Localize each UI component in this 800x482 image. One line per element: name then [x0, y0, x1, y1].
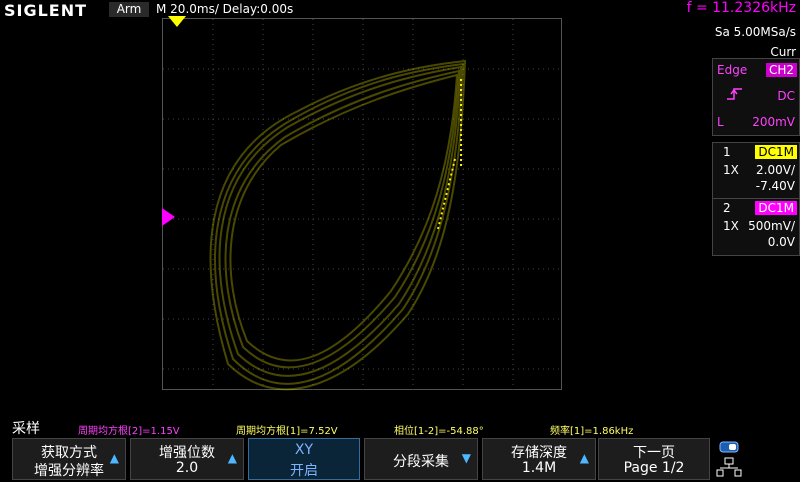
timebase-readout[interactable]: M 20.0ms/ Delay:0.00s	[156, 2, 293, 16]
channel-offset: -7.40V	[755, 179, 795, 193]
channel-number: 2	[723, 201, 731, 215]
menu-label: XY	[294, 442, 314, 458]
channel-probe: 1X	[723, 219, 739, 233]
menu-label: 增强位数	[159, 445, 215, 461]
sample-rate: Sa 5.00MSa/s	[714, 25, 796, 39]
menu-value: 2.0	[175, 460, 199, 476]
menu-next-page[interactable]: 下一页 Page 1/2	[598, 438, 710, 480]
channel-number: 1	[723, 145, 731, 159]
up-arrow-icon: ▲	[109, 451, 119, 465]
measurement-item: 周期均方根[2]=1.15V	[78, 426, 180, 437]
menu-label: 存储深度	[511, 445, 567, 461]
frequency-counter: f = 11.2326kHz	[686, 0, 796, 16]
menu-xy-mode[interactable]: XY 开启	[248, 438, 360, 480]
network-icon	[716, 457, 742, 477]
up-arrow-icon: ▲	[579, 451, 589, 465]
trigger-status-badge: Arm	[109, 2, 149, 17]
xy-trace	[209, 59, 467, 391]
system-icons	[714, 440, 744, 478]
ch2-ground-marker[interactable]	[162, 208, 176, 226]
menu-label: 分段采集	[393, 454, 449, 470]
menu-value: 开启	[290, 463, 318, 479]
channel-probe: 1X	[723, 163, 739, 177]
menu-value: 增强分辨率	[34, 463, 104, 479]
trigger-level-label: L	[717, 115, 724, 129]
menu-enhance-bits[interactable]: 增强位数 2.0 ▲	[130, 438, 244, 480]
channel-coupling: DC1M	[755, 145, 797, 159]
menu-acquire-mode[interactable]: 获取方式 增强分辨率 ▲	[12, 438, 126, 480]
menu-value: 1.4M	[521, 460, 557, 476]
menu-label: 获取方式	[41, 445, 97, 461]
trigger-type: Edge	[717, 63, 748, 77]
channel-scale: 2.00V/	[756, 163, 795, 177]
channel-1-panel[interactable]: 1 DC1M 1X 2.00V/ -7.40V	[712, 142, 800, 200]
menu-value: Page 1/2	[623, 460, 685, 476]
menu-memory-depth[interactable]: 存储深度 1.4M ▲	[482, 438, 596, 480]
up-arrow-icon: ▲	[227, 451, 237, 465]
menu-title: 采样	[12, 421, 40, 437]
brand-logo: SIGLENT	[4, 1, 88, 20]
toggle-icon[interactable]	[714, 440, 744, 478]
menu-segmented-acquire[interactable]: 分段采集 ▼	[364, 438, 478, 480]
trigger-source: CH2	[765, 63, 797, 77]
menu-label: 下一页	[633, 445, 675, 461]
channel-coupling: DC1M	[755, 201, 797, 215]
channel-2-panel[interactable]: 2 DC1M 1X 500mV/ 0.0V	[712, 198, 800, 256]
channel-scale: 500mV/	[748, 219, 795, 233]
top-status-bar: SIGLENT Arm M 20.0ms/ Delay:0.00s f = 11…	[0, 0, 800, 20]
trigger-level: 200mV	[752, 115, 795, 129]
acquisition-info: Sa 5.00MSa/s Curr 1.40Mpts	[712, 22, 800, 79]
rising-edge-icon	[727, 88, 742, 100]
down-arrow-icon: ▼	[461, 451, 471, 465]
trigger-coupling: DC	[777, 89, 795, 103]
trigger-position-marker[interactable]	[168, 16, 186, 28]
channel-offset: 0.0V	[767, 235, 795, 249]
measurement-item: 频率[1]=1.86kHz	[550, 426, 634, 437]
measurement-item: 周期均方根[1]=7.52V	[236, 426, 338, 437]
xy-plot	[163, 19, 563, 391]
waveform-display	[162, 18, 563, 391]
measurement-item: 相位[1-2]=-54.88°	[394, 426, 484, 437]
trigger-panel[interactable]: Edge CH2 DC L 200mV	[712, 58, 800, 136]
